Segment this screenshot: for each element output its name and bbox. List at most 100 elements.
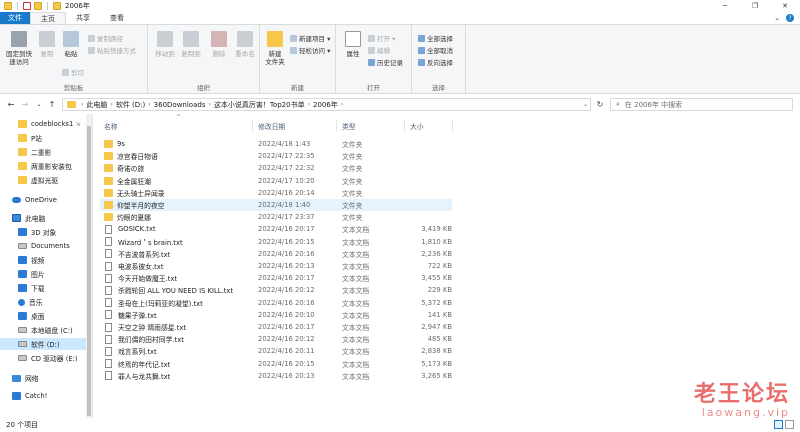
help-icon[interactable]: ?	[786, 14, 794, 22]
nav-item-virtual-drive[interactable]: 虚拟光驱	[0, 174, 86, 186]
minimize-button[interactable]: ─	[710, 0, 740, 12]
select-none-button[interactable]: 全部取消	[418, 45, 453, 55]
history-button[interactable]: 历史记录	[368, 57, 403, 67]
sort-indicator-icon: ^	[176, 114, 182, 121]
select-all-button[interactable]: 全部选择	[418, 33, 453, 43]
address-bar[interactable]: › 此电脑 › 软件 (D:) › 360Downloads › 这本小说真厉害…	[62, 98, 591, 111]
column-header-name[interactable]: 名称	[104, 120, 118, 132]
file-row[interactable]: 不吉波普系列.txt 2022/4/16 20:16 文本文档 2,236 KB	[100, 248, 452, 260]
nav-item-desktop[interactable]: 桌面	[0, 310, 86, 322]
nav-item-catch[interactable]: Catch!	[0, 390, 86, 402]
file-row[interactable]: 全金属狂潮 2022/4/17 10:20 文件夹	[100, 175, 452, 187]
breadcrumb-drive-d[interactable]: 软件 (D:)	[116, 100, 145, 110]
maximize-button[interactable]: ❐	[740, 0, 770, 12]
file-row[interactable]: 终焉的年代记.txt 2022/4/16 20:15 文本文档 5,173 KB	[100, 358, 452, 370]
paste-button[interactable]: 粘贴	[58, 31, 84, 58]
nav-item-drive-c[interactable]: 本地磁盘 (C:)	[0, 324, 86, 336]
nav-item-erchongying[interactable]: 二重影	[0, 146, 86, 158]
file-row[interactable]: 9s 2022/4/18 1:43 文件夹	[100, 138, 452, 150]
file-row[interactable]: 罪人与龙共舞.txt 2022/4/16 20:13 文本文档 3,265 KB	[100, 370, 452, 382]
recent-locations-button[interactable]: ⌄	[34, 99, 44, 109]
file-row[interactable]: 电波系彼女.txt 2022/4/16 20:13 文本文档 722 KB	[100, 260, 452, 272]
copy-button[interactable]: 复制	[34, 31, 60, 58]
search-box[interactable]: ⌕ 在 2006年 中搜索	[610, 98, 793, 111]
nav-item-pictures[interactable]: 图片	[0, 268, 86, 280]
file-row[interactable]: 仰望半月的夜空 2022/4/18 1:40 文件夹	[100, 199, 452, 211]
nav-item-drive-d[interactable]: 软件 (D:)	[0, 338, 86, 350]
pane-splitter[interactable]	[92, 114, 93, 418]
nav-item-this-pc[interactable]: 此电脑	[0, 212, 86, 224]
nav-item-documents[interactable]: Documents	[0, 240, 86, 252]
column-divider[interactable]	[252, 120, 253, 132]
details-view-icon[interactable]	[774, 420, 783, 429]
breadcrumb-top20[interactable]: 这本小说真厉害！Top20书单	[214, 100, 305, 110]
file-row[interactable]: 凉宫春日物语 2022/4/17 22:35 文件夹	[100, 150, 452, 162]
column-divider[interactable]	[336, 120, 337, 132]
file-name: 电波系彼女.txt	[118, 263, 164, 271]
file-row[interactable]: 无头骑士异闻录 2022/4/16 20:14 文件夹	[100, 187, 452, 199]
rename-button[interactable]: 重命名	[232, 31, 258, 58]
new-item-button[interactable]: 新建项目 ▾	[290, 33, 330, 43]
file-row[interactable]: 天空之钟 晴雨感星.txt 2022/4/16 20:17 文本文档 2,947 KB	[100, 321, 452, 333]
new-folder-quick-icon[interactable]	[34, 2, 42, 10]
refresh-button[interactable]: ↻	[595, 99, 605, 109]
file-row[interactable]: 糖果子弹.txt 2022/4/16 20:10 文本文档 141 KB	[100, 309, 452, 321]
up-button[interactable]: ↑	[47, 99, 57, 109]
file-type: 文本文档	[342, 360, 370, 369]
close-button[interactable]: ✕	[770, 0, 800, 12]
nav-item-installer[interactable]: 两重影安装包	[0, 160, 86, 172]
properties-button[interactable]: 属性	[340, 31, 366, 58]
file-row[interactable]: 杀戮轮回 ALL YOU NEED IS KILL.txt 2022/4/16 2…	[100, 284, 452, 296]
file-row[interactable]: GOSICK.txt 2022/4/16 20:17 文本文档 3,419 KB	[100, 223, 452, 235]
expand-ribbon-icon[interactable]: ⌄	[774, 14, 780, 22]
file-row[interactable]: 圣母在上(玛莉亚的凝望).txt 2022/4/16 20:16 文本文档 5,372…	[100, 297, 452, 309]
nav-item-network[interactable]: 网络	[0, 372, 86, 384]
nav-item-codeblocks[interactable]: codeblocks1 ⇲	[0, 118, 86, 130]
properties-quick-icon[interactable]	[23, 2, 31, 10]
copy-to-button[interactable]: 复制到	[178, 31, 204, 58]
file-row[interactable]: 戏言系列.txt 2022/4/16 20:11 文本文档 2,838 KB	[100, 345, 452, 357]
open-button[interactable]: 打开 ▾	[368, 33, 395, 43]
column-divider[interactable]	[452, 120, 453, 132]
delete-button[interactable]: 删除	[206, 31, 232, 58]
nav-item-cd-drive[interactable]: CD 驱动器 (E:)	[0, 352, 86, 364]
column-divider[interactable]	[404, 120, 405, 132]
edit-button[interactable]: 编辑	[368, 45, 390, 55]
tab-view[interactable]: 查看	[100, 12, 134, 24]
new-folder-button[interactable]: 新建 文件夹	[262, 31, 288, 66]
address-dropdown-icon[interactable]: ⌄	[583, 101, 588, 108]
nav-item-music[interactable]: 音乐	[0, 296, 86, 308]
tab-share[interactable]: 共享	[66, 12, 100, 24]
tab-file[interactable]: 文件	[0, 12, 30, 24]
copy-path-button[interactable]: 复制路径	[88, 33, 123, 43]
nav-item-videos[interactable]: 视频	[0, 254, 86, 266]
breadcrumb-this-pc[interactable]: 此电脑	[86, 100, 107, 110]
large-icons-view-icon[interactable]	[785, 420, 794, 429]
invert-selection-button[interactable]: 反向选择	[418, 57, 453, 67]
paste-shortcut-button[interactable]: 粘贴快捷方式	[88, 45, 136, 55]
file-modified: 2022/4/16 20:10	[258, 310, 315, 319]
easy-access-button[interactable]: 轻松访问 ▾	[290, 45, 330, 55]
cut-button[interactable]: 剪切	[62, 67, 84, 77]
folder-icon	[18, 176, 27, 184]
file-row[interactable]: Wizard＇s brain.txt 2022/4/16 20:15 文本文档 1,8…	[100, 236, 452, 248]
forward-button[interactable]: →	[20, 99, 30, 109]
breadcrumb-2006[interactable]: 2006年	[313, 100, 338, 110]
file-row[interactable]: 今天开始做魔王.txt 2022/4/16 20:17 文本文档 3,455 KB	[100, 272, 452, 284]
move-to-button[interactable]: 移动到	[152, 31, 178, 58]
file-row[interactable]: 我们偶的田村同学.txt 2022/4/16 20:12 文本文档 485 KB	[100, 333, 452, 345]
navigation-scrollbar-thumb[interactable]	[87, 126, 91, 416]
file-row[interactable]: 灼眼的夏娜 2022/4/17 23:37 文件夹	[100, 211, 452, 223]
column-header-modified[interactable]: 修改日期	[258, 120, 285, 132]
nav-item-3d-objects[interactable]: 3D 对象	[0, 226, 86, 238]
back-button[interactable]: ←	[6, 99, 16, 109]
column-header-type[interactable]: 类型	[342, 120, 356, 132]
tab-home[interactable]: 主页	[30, 12, 66, 24]
column-header-size[interactable]: 大小	[410, 120, 424, 132]
nav-item-downloads[interactable]: 下载	[0, 282, 86, 294]
breadcrumb-360downloads[interactable]: 360Downloads	[154, 101, 206, 109]
file-row[interactable]: 奇诺の旅 2022/4/17 22:32 文件夹	[100, 162, 452, 174]
pin-quick-access-button[interactable]: 固定到快 速访问	[4, 31, 34, 66]
nav-item-onedrive[interactable]: OneDrive	[0, 194, 86, 206]
nav-item-pzhan[interactable]: P站	[0, 132, 86, 144]
